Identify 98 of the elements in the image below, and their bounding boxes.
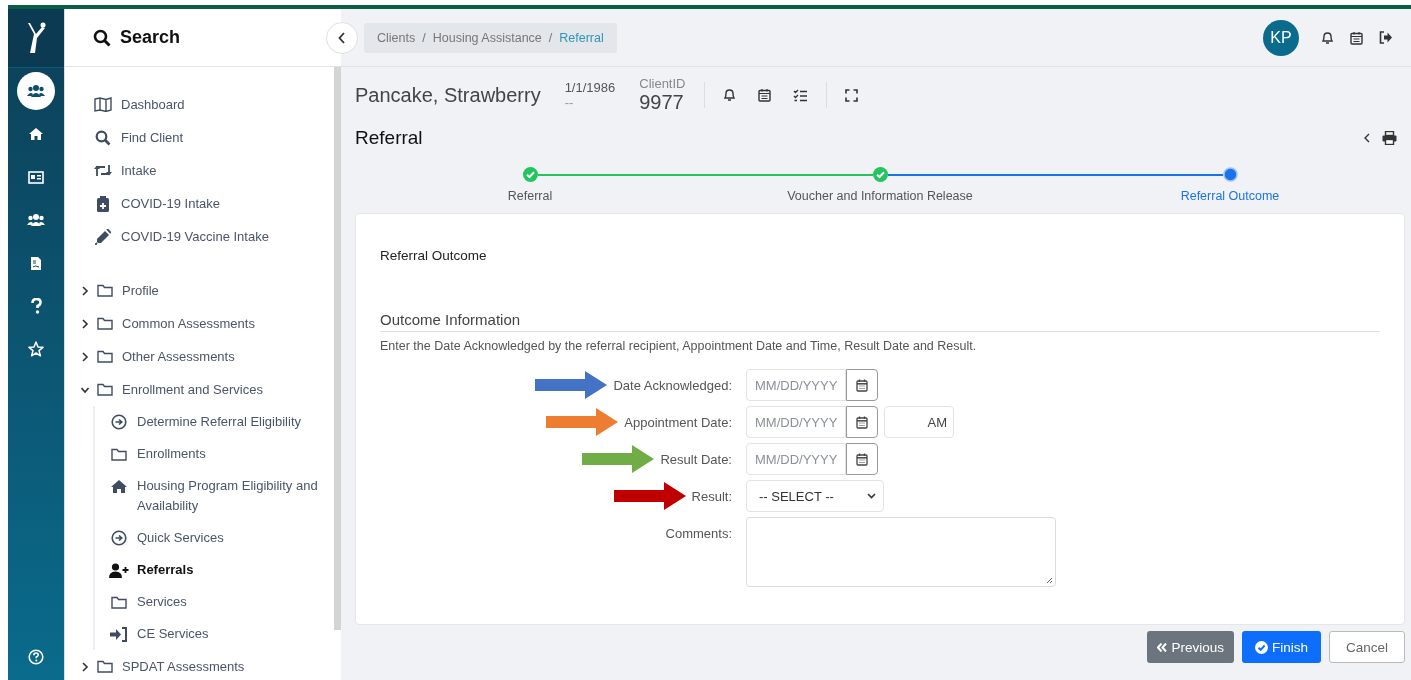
logo-icon	[25, 22, 47, 54]
section-title: Referral Outcome	[380, 248, 488, 263]
check-circle-icon	[1254, 640, 1268, 654]
sidebar-link[interactable]: COVID-19 Intake	[93, 187, 334, 220]
chevron-left-icon	[338, 32, 346, 44]
sidebar-link[interactable]: Dashboard	[93, 88, 334, 121]
checklist-icon[interactable]	[792, 88, 808, 102]
calendar-icon	[856, 415, 868, 429]
sidebar-link[interactable]: Housing Program Eligibility and Availability	[109, 470, 334, 522]
client-id-label: ClientID	[639, 76, 686, 91]
logout-icon[interactable]	[1379, 31, 1393, 44]
search-icon	[93, 28, 111, 47]
page-title: Referral	[355, 127, 423, 149]
fullscreen-icon[interactable]	[844, 88, 858, 102]
home-icon	[110, 478, 128, 494]
field-label: Date Acknowledged:	[613, 377, 732, 393]
comments-field[interactable]	[746, 517, 1056, 587]
folder-icon	[111, 447, 127, 461]
home-icon	[28, 127, 44, 141]
breadcrumb-link[interactable]: Housing Assistance	[432, 30, 542, 45]
calendar-icon[interactable]	[757, 88, 771, 102]
user-plus-icon	[109, 562, 129, 578]
question-mark-icon	[30, 298, 42, 314]
folder-icon	[97, 383, 113, 396]
field-label: Appointment Date:	[624, 414, 732, 430]
step-label[interactable]: Voucher and Information Release	[787, 189, 973, 203]
time-input[interactable]: AM	[884, 406, 954, 438]
bell-icon[interactable]	[1321, 30, 1334, 45]
folder-item[interactable]: Profile	[81, 274, 334, 307]
step-label[interactable]: Referral	[507, 189, 553, 203]
folder-icon	[97, 350, 113, 363]
birth-date-note: --	[564, 95, 575, 110]
bell-icon[interactable]	[722, 88, 736, 102]
chevron-left-icon[interactable]	[1364, 133, 1370, 143]
folder-icon	[111, 595, 127, 609]
collapse-button[interactable]	[326, 22, 358, 54]
field-label: Comments:	[665, 525, 732, 541]
previous-button[interactable]: Previous	[1147, 631, 1234, 663]
sidebar-link[interactable]: COVID-19 Vaccine Intake	[93, 220, 334, 253]
people-icon	[27, 213, 45, 227]
map-icon	[94, 97, 112, 112]
people-icon	[27, 84, 45, 98]
sidebar-link[interactable]: Referrals	[109, 554, 334, 586]
search-icon	[95, 129, 111, 146]
resize-grip-icon[interactable]	[1046, 577, 1053, 584]
caret-icon	[867, 493, 876, 499]
date-input[interactable]: MM/DD/YYYY	[746, 369, 846, 401]
arrow-circle-icon	[111, 414, 127, 430]
date-input[interactable]: MM/DD/YYYY	[746, 406, 846, 438]
folder-item[interactable]: SPDAT Assessments	[81, 650, 334, 680]
id-card-icon	[28, 170, 44, 184]
sign-in-icon	[110, 626, 128, 642]
date-input[interactable]: MM/DD/YYYY	[746, 443, 846, 475]
client-id: 9977	[639, 91, 685, 114]
folder-icon	[97, 284, 113, 297]
scrollbar[interactable]	[334, 67, 341, 630]
clipboard-icon	[97, 195, 109, 212]
sidebar-link[interactable]: Quick Services	[109, 522, 334, 554]
calendar-icon	[856, 452, 868, 466]
folder-item[interactable]: Common Assessments	[81, 307, 334, 340]
folder-item[interactable]: Enrollment and Services	[81, 373, 334, 406]
document-icon	[30, 255, 42, 271]
folder-item[interactable]: Other Assessments	[81, 340, 334, 373]
calendar-icon[interactable]	[1350, 30, 1363, 45]
double-chevron-left-icon	[1157, 642, 1168, 652]
finish-button[interactable]: Finish	[1241, 631, 1321, 663]
section-description: Enter the Date Acknowledged by the referral recipient, Appointment Date and Time, Result Date and Result.	[380, 339, 978, 353]
sidebar-link[interactable]: Find Client	[93, 121, 334, 154]
swap-arrows-icon	[94, 164, 112, 177]
calendar-icon	[856, 378, 868, 392]
star-icon	[28, 341, 44, 357]
folder-icon	[97, 317, 113, 330]
field-label: Result Date:	[660, 451, 732, 467]
breadcrumb-separator: /	[422, 30, 426, 45]
section-heading: Outcome Information	[380, 311, 1380, 332]
breadcrumb-link[interactable]: Clients	[377, 30, 416, 45]
sidebar-link[interactable]: Determine Referral Eligibility	[109, 406, 334, 438]
sidebar-link[interactable]: CE Services	[109, 618, 334, 650]
print-icon[interactable]	[1382, 131, 1397, 145]
client-name: Pancake, Strawberry	[355, 83, 541, 107]
sidebar-link[interactable]: Services	[109, 586, 334, 618]
cancel-button[interactable]: Cancel	[1328, 631, 1405, 663]
user-avatar[interactable]: KP	[1263, 19, 1299, 56]
help-icon[interactable]	[28, 649, 44, 665]
calendar-button[interactable]	[846, 406, 878, 438]
result-dropdown[interactable]: -- SELECT --	[746, 480, 884, 512]
birth-date: 1/1/1986	[564, 80, 616, 95]
breadcrumb-separator: /	[548, 30, 553, 45]
step-label[interactable]: Referral Outcome	[1180, 189, 1280, 203]
sidebar-title: Search	[120, 27, 181, 48]
calendar-button[interactable]	[846, 443, 878, 475]
arrow-circle-icon	[111, 530, 127, 546]
field-label: Result:	[691, 488, 732, 504]
sidebar-link[interactable]: Enrollments	[109, 438, 334, 470]
folder-icon	[97, 660, 113, 673]
calendar-button[interactable]	[846, 369, 878, 401]
nav-rail-button[interactable]	[17, 72, 55, 110]
sidebar-link[interactable]: Intake	[93, 154, 334, 187]
